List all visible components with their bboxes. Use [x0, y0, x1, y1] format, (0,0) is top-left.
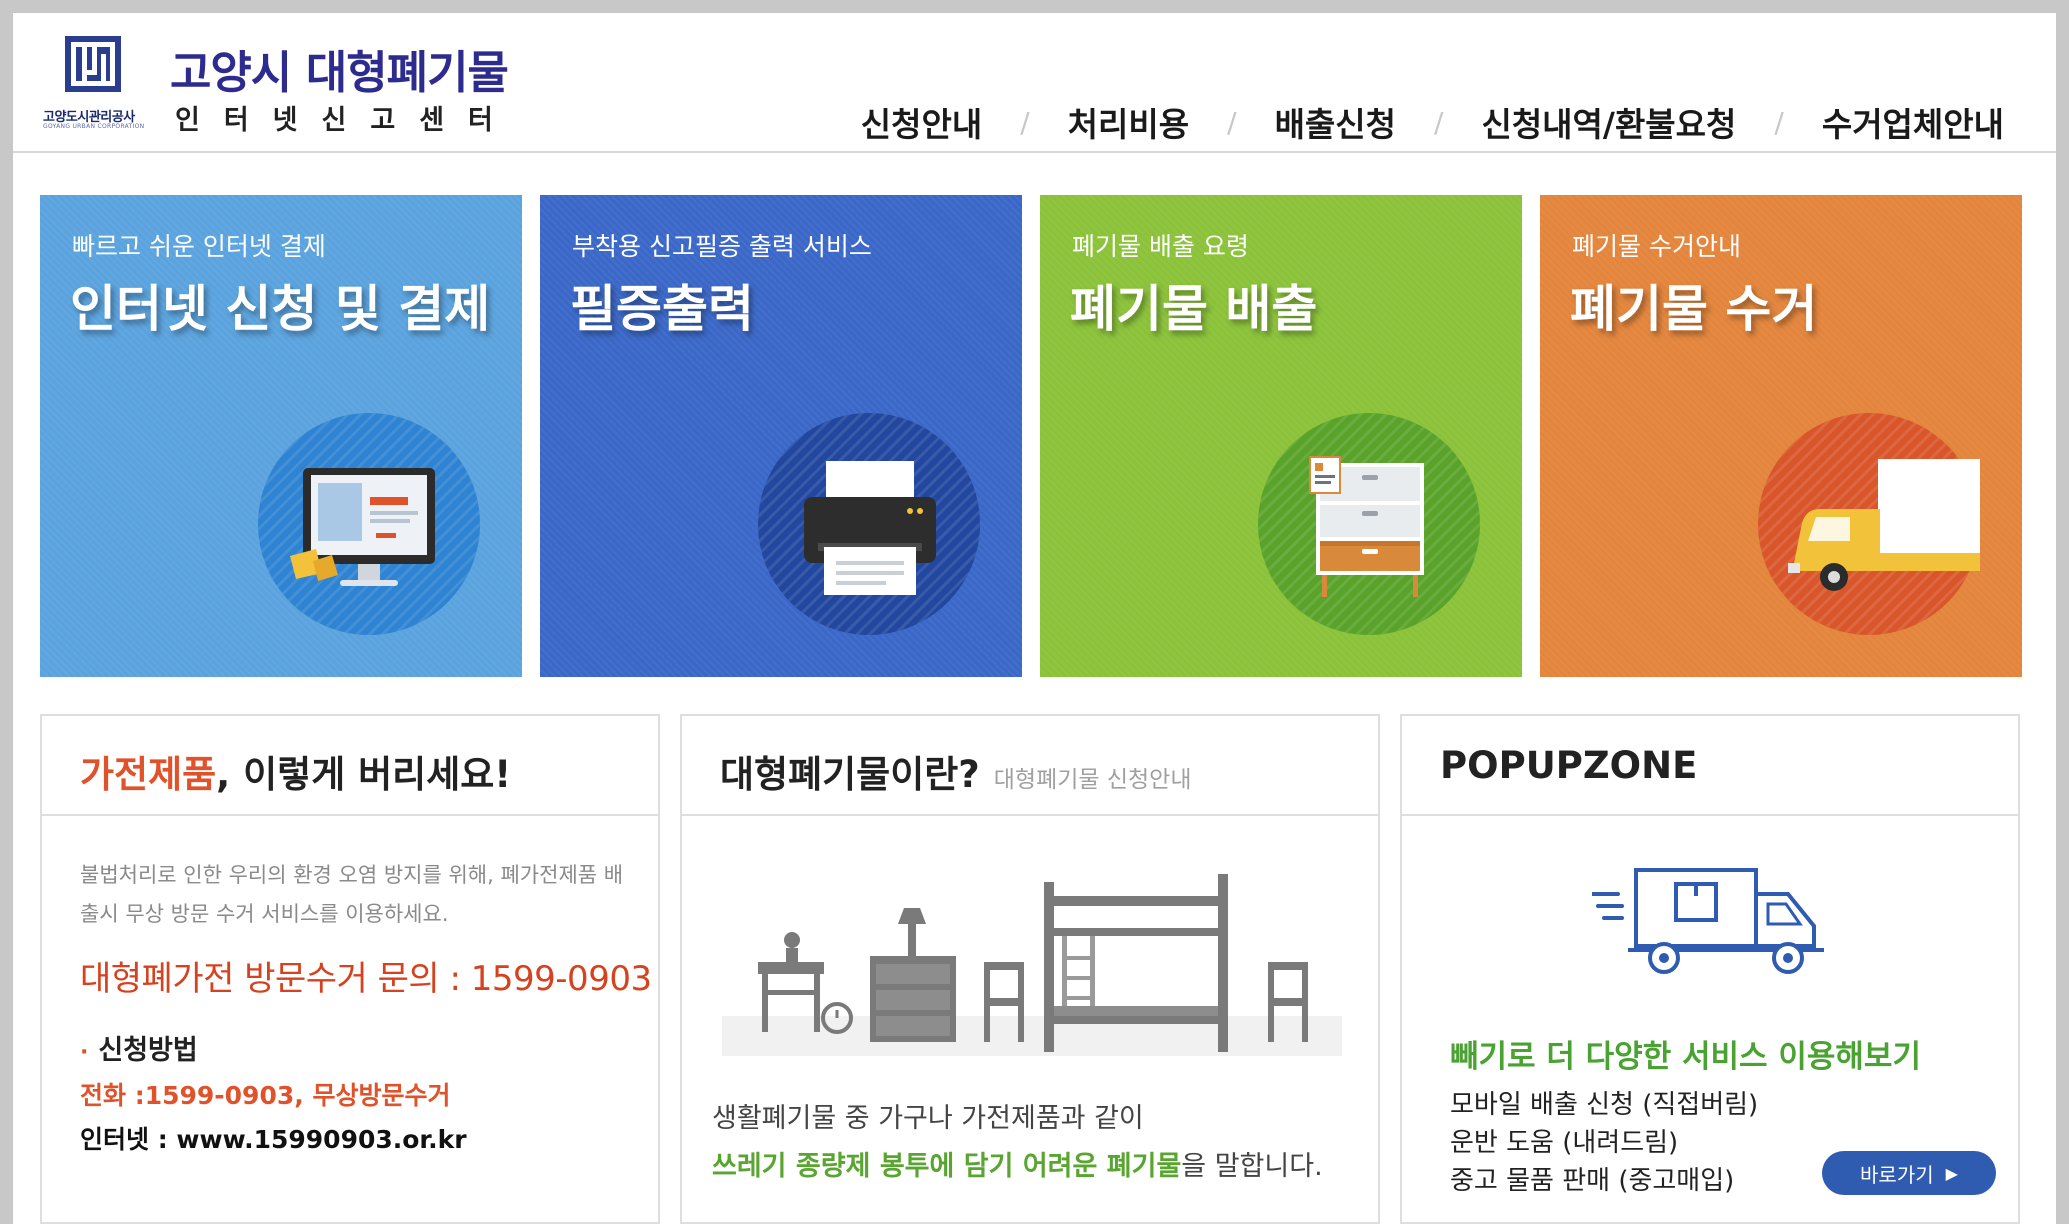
tile-icon-circle	[258, 413, 480, 635]
popupzone-box: POPUPZONE 빼기로 더 다양한 서비스 이용해보기 모바일 배출 신청 …	[1400, 714, 2020, 1224]
tile-title: 폐기물 배출	[1070, 280, 1318, 338]
tile-certificate-print[interactable]: 부착용 신고필증 출력 서비스 필증출력	[540, 195, 1022, 677]
apply-phone[interactable]: 전화 :1599-0903, 무상방문수거	[80, 1076, 450, 1112]
box-title-highlight: 가전제품	[80, 753, 217, 796]
nav-separator: /	[1774, 105, 1784, 139]
list-item: 중고 물품 판매 (중고매입)	[1450, 1166, 1735, 1196]
drawer-cabinet-icon	[1309, 456, 1424, 597]
printer-icon	[804, 461, 936, 595]
list-item: 모바일 배출 신청 (직접버림)	[1450, 1090, 1759, 1120]
box-title: 가전제품, 이렇게 버리세요!	[80, 744, 511, 798]
go-now-button[interactable]: 바로가기 ▶	[1822, 1151, 1996, 1195]
furniture-illustration-icon	[722, 874, 1342, 1056]
nav-collector-guide[interactable]: 수거업체안내	[1822, 98, 2004, 146]
page-frame: 고양도시관리공사 GOYANG URBAN CORPORATION 고양시 대형…	[13, 13, 2056, 1224]
main-nav: 신청안내 / 처리비용 / 배출신청 / 신청내역/환불요청 / 수거업체안내	[861, 97, 2004, 147]
large-waste-info-box: 대형폐기물이란? 대형폐기물 신청안내 생활폐기물 중 가구나 가전제품과 같이…	[680, 714, 1380, 1224]
waste-definition-line2: 쓰레기 종량제 봉투에 담기 어려운 폐기물을 말합니다.	[712, 1144, 1323, 1183]
appliance-call-info: 대형폐가전 방문수거 문의 : 1599-0903	[80, 959, 652, 999]
nav-processing-fee[interactable]: 처리비용	[1068, 98, 1189, 146]
tile-title: 폐기물 수거	[1570, 280, 1818, 338]
play-arrow-icon: ▶	[1945, 1163, 1958, 1183]
tile-icon-circle	[1258, 413, 1480, 635]
nav-apply-guide[interactable]: 신청안내	[861, 98, 982, 146]
box-subtitle-link[interactable]: 대형폐기물 신청안내	[994, 767, 1192, 793]
go-now-button-label: 바로가기	[1860, 1162, 1934, 1187]
box-title-text: 대형폐기물이란?	[720, 753, 980, 796]
logo-title: 고양시 대형폐기물	[170, 46, 509, 99]
apply-method-label: 신청방법	[98, 1035, 198, 1066]
box-header: 대형폐기물이란? 대형폐기물 신청안내	[682, 716, 1378, 816]
apply-website[interactable]: 인터넷 : www.15990903.or.kr	[80, 1120, 467, 1156]
tile-title: 인터넷 신청 및 결제	[70, 280, 491, 338]
box-title: 대형폐기물이란? 대형폐기물 신청안내	[720, 744, 1192, 798]
site-logo[interactable]: 고양도시관리공사 GOYANG URBAN CORPORATION 고양시 대형…	[35, 28, 565, 138]
waste-definition-highlight: 쓰레기 종량제 봉투에 담기 어려운 폐기물	[712, 1151, 1182, 1182]
nav-disposal-request[interactable]: 배출신청	[1275, 98, 1396, 146]
bullet: ·	[80, 1040, 89, 1065]
appliance-description: 불법처리로 인한 우리의 환경 오염 방지를 위해, 폐가전제품 배출시 무상 …	[80, 863, 624, 926]
tile-subtitle: 빠르고 쉬운 인터넷 결제	[72, 232, 326, 261]
appliance-disposal-box: 가전제품, 이렇게 버리세요! 불법처리로 인한 우리의 환경 오염 방지를 위…	[40, 714, 660, 1224]
tile-subtitle: 폐기물 배출 요령	[1072, 232, 1249, 261]
nav-history-refund[interactable]: 신청내역/환불요청	[1481, 98, 1736, 146]
box-title-rest: , 이렇게 버리세요!	[216, 753, 512, 796]
computer-monitor-icon	[290, 468, 435, 586]
tile-icon-circle	[1758, 413, 1980, 635]
logo-org-english: GOYANG URBAN CORPORATION	[43, 123, 145, 130]
tile-waste-disposal[interactable]: 폐기물 배출 요령 폐기물 배출	[1040, 195, 1522, 677]
popup-service-list: 모바일 배출 신청 (직접버림) 운반 도움 (내려드림) 중고 물품 판매 (…	[1450, 1086, 1758, 1200]
tile-subtitle: 폐기물 수거안내	[1572, 232, 1741, 261]
box-title: POPUPZONE	[1440, 744, 1698, 787]
popup-headline: 빼기로 더 다양한 서비스 이용해보기	[1450, 1039, 1921, 1075]
site-header: 고양도시관리공사 GOYANG URBAN CORPORATION 고양시 대형…	[13, 13, 2056, 153]
waste-definition-rest: 을 말합니다.	[1181, 1151, 1323, 1182]
nav-separator: /	[1227, 105, 1237, 139]
tile-waste-collection[interactable]: 폐기물 수거안내 폐기물 수거	[1540, 195, 2022, 677]
list-item: 운반 도움 (내려드림)	[1450, 1128, 1679, 1158]
waste-definition-line1: 생활폐기물 중 가구나 가전제품과 같이	[712, 1103, 1144, 1134]
tile-title: 필증출력	[570, 280, 754, 338]
tile-internet-payment[interactable]: 빠르고 쉬운 인터넷 결제 인터넷 신청 및 결제	[40, 195, 522, 677]
logo-subtitle: 인터넷신고센터	[175, 105, 517, 136]
delivery-truck-icon	[1788, 459, 1980, 591]
box-header: POPUPZONE	[1402, 716, 2018, 816]
moving-truck-icon	[1592, 868, 1824, 974]
tile-icon-circle	[758, 413, 980, 635]
nav-separator: /	[1434, 105, 1444, 139]
apply-method-heading: · 신청방법	[80, 1028, 198, 1067]
tile-subtitle: 부착용 신고필증 출력 서비스	[572, 232, 872, 261]
box-header: 가전제품, 이렇게 버리세요!	[42, 716, 658, 816]
nav-separator: /	[1020, 105, 1030, 139]
